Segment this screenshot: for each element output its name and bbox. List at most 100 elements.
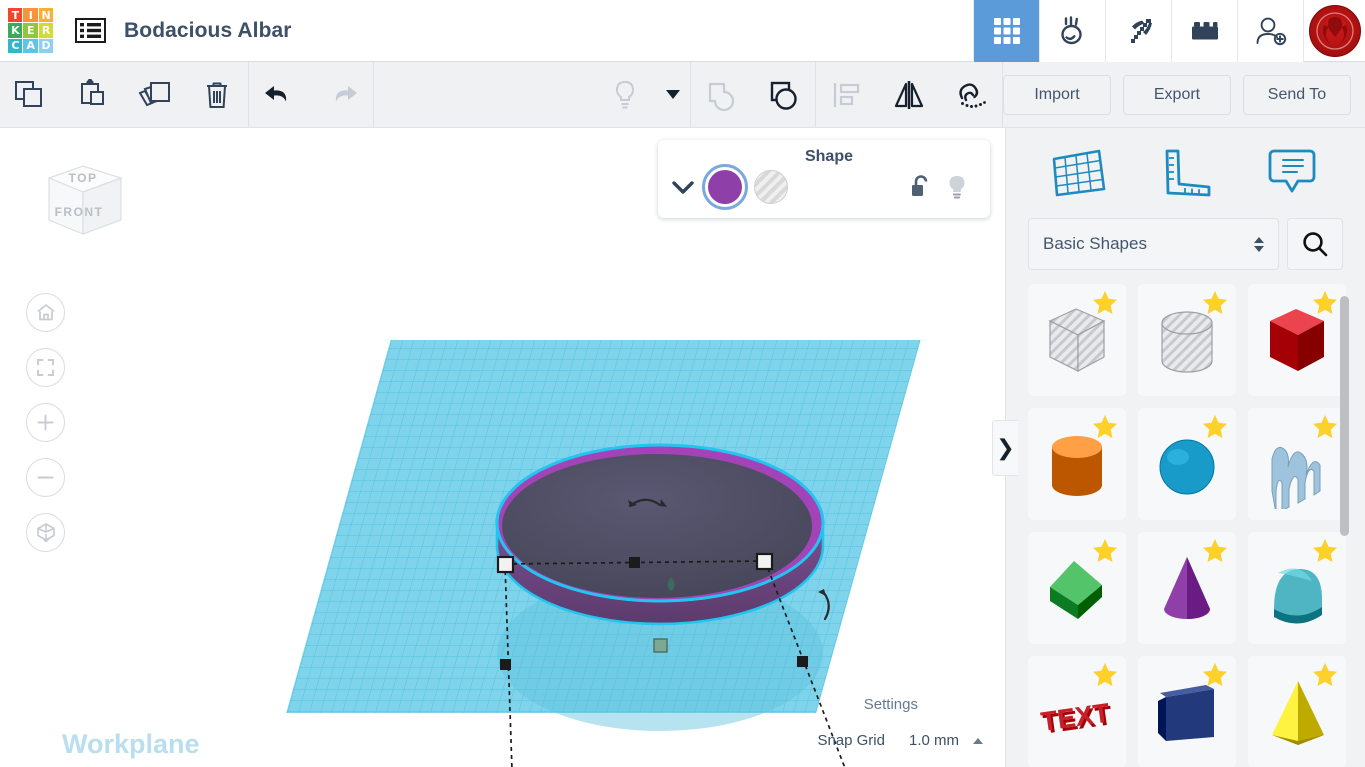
panel-collapse-handle[interactable]: ❯ <box>992 420 1018 476</box>
ungroup-button[interactable] <box>753 62 815 128</box>
shape-category-select[interactable]: Basic Shapes <box>1028 218 1279 270</box>
favorite-star-icon[interactable] <box>1202 414 1228 439</box>
favorite-star-icon[interactable] <box>1092 662 1118 687</box>
export-button[interactable]: Export <box>1123 74 1231 115</box>
minecraft-pickaxe-icon <box>1130 18 1152 43</box>
light-dropdown-button[interactable] <box>656 62 690 128</box>
shape-wedge-navy[interactable] <box>1138 656 1236 767</box>
nav-3d-design[interactable] <box>973 0 1039 62</box>
undo-button[interactable] <box>249 62 311 128</box>
zoom-in-button[interactable] <box>26 403 65 442</box>
favorite-star-icon[interactable] <box>1202 290 1228 315</box>
settings-button[interactable]: Settings <box>841 690 940 719</box>
favorite-star-icon[interactable] <box>1312 538 1338 563</box>
3d-design-icon <box>993 17 1020 44</box>
shape-panel-title: Shape <box>804 148 853 165</box>
nav-invite-user[interactable] <box>1237 0 1303 62</box>
favorite-star-icon[interactable] <box>1092 538 1118 563</box>
shapes-scroll-track[interactable] <box>1340 284 1357 767</box>
perspective-toggle-button[interactable] <box>26 513 65 552</box>
tab-note[interactable] <box>1255 142 1329 204</box>
shape-box-red[interactable] <box>1248 284 1346 396</box>
nav-minecraft[interactable] <box>1105 0 1171 62</box>
note-icon <box>1268 149 1316 193</box>
paste-button[interactable] <box>62 62 124 128</box>
copy-button[interactable] <box>0 62 62 128</box>
logo-tile-i: I <box>23 8 38 23</box>
mirror-button[interactable] <box>878 62 940 128</box>
favorite-star-icon[interactable] <box>1312 414 1338 439</box>
redo-button[interactable] <box>311 62 373 128</box>
solid-color-swatch[interactable] <box>702 164 748 210</box>
history-tools-group <box>249 62 373 128</box>
favorite-star-icon[interactable] <box>1312 290 1338 315</box>
stepper-icon <box>1254 236 1264 252</box>
highlight-bulb-button[interactable] <box>946 174 968 201</box>
file-actions-group: Import Export Send To <box>1003 74 1365 115</box>
favorite-star-icon[interactable] <box>1092 290 1118 315</box>
shape-scribble[interactable] <box>1248 408 1346 520</box>
favorite-star-icon[interactable] <box>1202 662 1228 687</box>
user-avatar-button[interactable] <box>1303 0 1365 62</box>
lock-toggle-button[interactable] <box>910 174 932 200</box>
nav-codeblocks[interactable] <box>1039 0 1105 62</box>
nav-lego-bricks[interactable] <box>1171 0 1237 62</box>
magnet-snap-icon <box>959 82 986 108</box>
favorite-star-icon[interactable] <box>1202 538 1228 563</box>
logo-tile-d: D <box>38 38 53 53</box>
search-icon <box>1303 232 1328 257</box>
shape-cone-purple[interactable] <box>1138 532 1236 644</box>
group-button[interactable] <box>691 62 753 128</box>
shapes-side-panel: Basic Shapes TEXT TEXT <box>1005 128 1365 767</box>
paste-icon <box>81 78 104 105</box>
arrange-tools <box>816 62 1002 128</box>
minus-icon <box>37 476 54 479</box>
light-bulb-icon <box>949 175 965 198</box>
shape-halfcylinder-teal[interactable] <box>1248 532 1346 644</box>
shape-search-button[interactable] <box>1287 218 1343 270</box>
shape-box-hole[interactable] <box>1028 284 1126 396</box>
plus-icon <box>37 414 54 431</box>
view-cube[interactable]: TOP FRONT <box>35 156 131 248</box>
zoom-out-button[interactable] <box>26 458 65 497</box>
duplicate-button[interactable] <box>124 62 186 128</box>
shapes-grid-container[interactable]: TEXT TEXT <box>1006 284 1365 767</box>
app-header: TINKERCAD Bodacious Albar <box>0 0 1365 62</box>
favorite-star-icon[interactable] <box>1312 662 1338 687</box>
group-tools <box>691 62 815 128</box>
duplicate-icon <box>138 81 170 106</box>
shape-roof-green[interactable] <box>1028 532 1126 644</box>
ungroup-icon <box>770 81 797 110</box>
tab-ruler[interactable] <box>1148 142 1222 204</box>
snap-magnet-button[interactable] <box>940 62 1002 128</box>
tab-workplane[interactable] <box>1042 142 1116 204</box>
shape-text-red[interactable]: TEXT TEXT <box>1028 656 1126 767</box>
delete-button[interactable] <box>186 62 248 128</box>
snap-grid-select[interactable]: 1.0 mm <box>894 726 995 755</box>
hole-swatch[interactable] <box>754 170 788 204</box>
shapes-scrollbar-thumb[interactable] <box>1340 296 1349 536</box>
logo-tile-r: R <box>38 23 53 38</box>
mandalorian-emblem-icon <box>1315 11 1354 50</box>
import-button[interactable]: Import <box>1003 74 1111 115</box>
undo-icon <box>265 85 287 101</box>
favorite-star-icon[interactable] <box>1092 414 1118 439</box>
shape-sphere-blue[interactable] <box>1138 408 1236 520</box>
chevron-up-icon <box>973 737 983 744</box>
shape-cylinder-orange[interactable] <box>1028 408 1126 520</box>
shape-cylinder-hole[interactable] <box>1138 284 1236 396</box>
design-canvas[interactable]: Workplane TOP FRONT Shape Settings Snap … <box>0 128 1005 767</box>
project-list-icon[interactable] <box>75 18 106 43</box>
light-button[interactable] <box>594 62 656 128</box>
view-nav-buttons <box>26 293 65 552</box>
snap-grid-value: 1.0 mm <box>908 732 959 749</box>
align-icon <box>833 82 860 107</box>
shape-pyramid-yellow[interactable] <box>1248 656 1346 767</box>
shape-panel-collapse-button[interactable] <box>658 164 708 195</box>
align-button[interactable] <box>816 62 878 128</box>
unlock-icon <box>912 175 928 196</box>
send-to-button[interactable]: Send To <box>1243 74 1351 115</box>
fit-to-view-button[interactable] <box>26 348 65 387</box>
tinkercad-logo[interactable]: TINKERCAD <box>8 8 53 53</box>
home-view-button[interactable] <box>26 293 65 332</box>
